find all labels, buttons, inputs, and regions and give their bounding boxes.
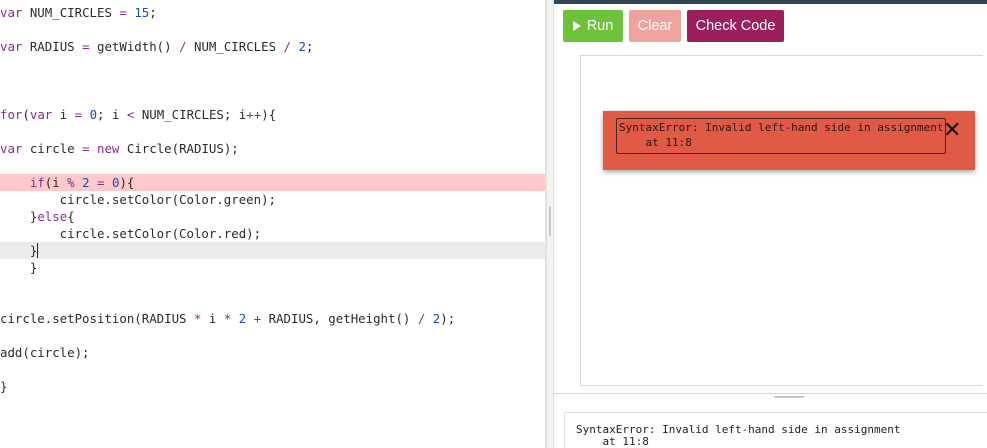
keyword: var (29, 107, 53, 122)
code-text: RADIUS (22, 39, 83, 54)
code-line-6[interactable]: for(var i = 0; i < NUM_CIRCLES; i++){ (0, 106, 545, 123)
code-line-18[interactable]: circle.setPosition(RADIUS * i * 2 + RADI… (0, 310, 545, 327)
error-message: SyntaxError: Invalid left-hand side in a… (616, 118, 946, 154)
clear-button-label: Clear (637, 18, 673, 34)
code-text: i (52, 107, 75, 122)
operator: = (82, 141, 90, 156)
keyword: var (0, 5, 23, 20)
operator: % (67, 175, 75, 190)
code-line-12[interactable]: }else{ (0, 208, 545, 225)
code-text: NUM_CIRCLES (186, 39, 284, 54)
run-button[interactable]: Run (563, 10, 623, 42)
play-icon (572, 21, 581, 31)
console-divider[interactable] (554, 393, 987, 394)
code-line-15[interactable]: } (0, 259, 545, 276)
operator: = (82, 39, 90, 54)
code-text: getWidth() (89, 39, 180, 54)
keyword: else (37, 209, 68, 224)
code-text: circle.setPosition(RADIUS (0, 311, 194, 326)
code-text: RADIUS, getHeight() (261, 311, 418, 326)
top-bar (554, 0, 987, 4)
text-cursor (37, 243, 39, 258)
code-text: NUM_CIRCLES; i (134, 107, 247, 122)
code-text: ; (149, 5, 157, 20)
code-text: Circle(RADIUS); (119, 141, 239, 156)
code-line-3[interactable]: var RADIUS = getWidth() / NUM_CIRCLES / … (0, 38, 545, 55)
operator: ++ (246, 107, 262, 122)
keyword: if (29, 175, 45, 190)
check-code-button-label: Check Code (695, 18, 776, 34)
code-line-10-error[interactable]: if(i % 2 = 0){ (0, 174, 545, 191)
console-output: SyntaxError: Invalid left-hand side in a… (564, 412, 987, 448)
number: 2 (298, 39, 306, 54)
code-text: ( (22, 107, 30, 122)
console-text: SyntaxError: Invalid left-hand side in a… (576, 423, 901, 448)
code-line-11[interactable]: circle.setColor(Color.green); (0, 191, 545, 208)
code-editor[interactable]: var NUM_CIRCLES = 15; var RADIUS = getWi… (0, 0, 546, 448)
code-line-8[interactable]: var circle = new Circle(RADIUS); (0, 140, 545, 157)
error-popup: SyntaxError: Invalid left-hand side in a… (603, 111, 975, 170)
code-text: NUM_CIRCLES (22, 5, 120, 20)
operator: = (119, 5, 127, 20)
keyword: var (0, 39, 23, 54)
splitter-grip-handle[interactable] (549, 206, 551, 236)
check-code-button[interactable]: Check Code (687, 10, 784, 42)
code-text: circle (22, 141, 83, 156)
code-text: ; i (97, 107, 127, 122)
operator: / (283, 39, 291, 54)
code-line-14-active[interactable]: } (0, 242, 545, 259)
code-text: ){ (119, 175, 135, 190)
console-resize-handle[interactable] (774, 396, 804, 398)
number: 15 (134, 5, 150, 20)
code-text: } (0, 243, 38, 258)
graphics-canvas[interactable] (580, 55, 983, 386)
code-text: { (67, 209, 75, 224)
code-text: i (201, 311, 224, 326)
keyword: var (0, 141, 23, 156)
code-text: (i (44, 175, 68, 190)
code-line-13[interactable]: circle.setColor(Color.red); (0, 225, 545, 242)
code-text: ){ (261, 107, 277, 122)
code-line-1[interactable]: var NUM_CIRCLES = 15; (0, 4, 545, 21)
clear-button[interactable]: Clear (629, 10, 681, 42)
keyword: for (0, 107, 23, 122)
output-panel: Run Clear Check Code SyntaxError: Invali… (554, 0, 987, 448)
operator: / (179, 39, 187, 54)
code-line-20[interactable]: add(circle); (0, 344, 545, 361)
code-text: ); (440, 311, 456, 326)
code-text: ; (305, 39, 314, 54)
keyword: new (97, 141, 120, 156)
run-button-label: Run (586, 18, 614, 34)
close-icon[interactable]: ✕ (943, 120, 961, 142)
operator: = (74, 107, 83, 122)
number: 2 (82, 175, 90, 190)
code-line-22[interactable]: } (0, 378, 545, 395)
number: 0 (89, 107, 98, 122)
operator: = (97, 175, 105, 190)
